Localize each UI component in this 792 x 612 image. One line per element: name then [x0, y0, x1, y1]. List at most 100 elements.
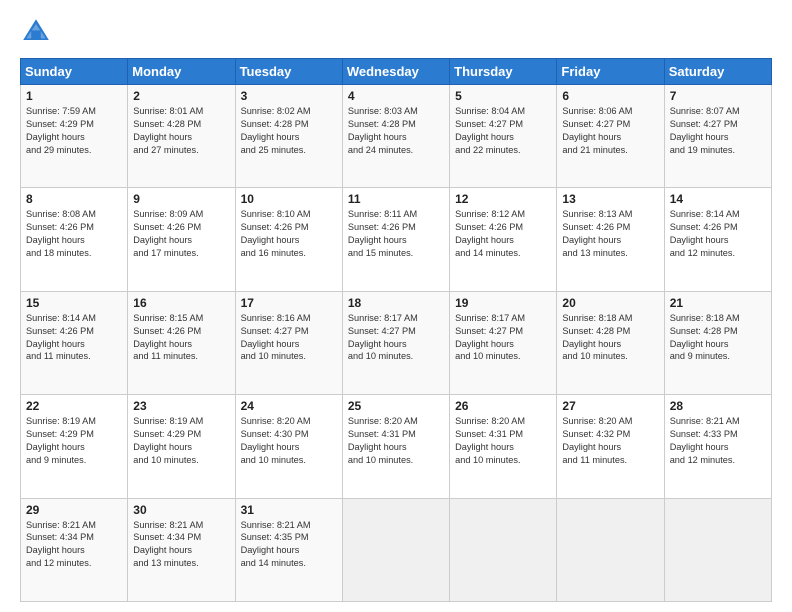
calendar-cell: 20 Sunrise: 8:18 AMSunset: 4:28 PMDaylig… [557, 291, 664, 394]
calendar-cell: 16 Sunrise: 8:15 AMSunset: 4:26 PMDaylig… [128, 291, 235, 394]
cell-info: Sunrise: 8:15 AMSunset: 4:26 PMDaylight … [133, 313, 203, 362]
calendar-header-row: SundayMondayTuesdayWednesdayThursdayFrid… [21, 59, 772, 85]
calendar-cell: 5 Sunrise: 8:04 AMSunset: 4:27 PMDayligh… [450, 85, 557, 188]
day-number: 28 [670, 399, 766, 413]
calendar-cell: 9 Sunrise: 8:09 AMSunset: 4:26 PMDayligh… [128, 188, 235, 291]
calendar-cell: 21 Sunrise: 8:18 AMSunset: 4:28 PMDaylig… [664, 291, 771, 394]
cell-info: Sunrise: 8:16 AMSunset: 4:27 PMDaylight … [241, 313, 311, 362]
day-number: 15 [26, 296, 122, 310]
calendar-cell: 2 Sunrise: 8:01 AMSunset: 4:28 PMDayligh… [128, 85, 235, 188]
calendar-cell: 24 Sunrise: 8:20 AMSunset: 4:30 PMDaylig… [235, 395, 342, 498]
cell-info: Sunrise: 8:19 AMSunset: 4:29 PMDaylight … [26, 416, 96, 465]
calendar-cell [557, 498, 664, 601]
day-number: 12 [455, 192, 551, 206]
cell-info: Sunrise: 8:01 AMSunset: 4:28 PMDaylight … [133, 106, 203, 155]
cell-info: Sunrise: 8:20 AMSunset: 4:31 PMDaylight … [348, 416, 418, 465]
cell-info: Sunrise: 8:06 AMSunset: 4:27 PMDaylight … [562, 106, 632, 155]
cell-info: Sunrise: 8:18 AMSunset: 4:28 PMDaylight … [670, 313, 740, 362]
day-number: 17 [241, 296, 337, 310]
calendar-cell: 22 Sunrise: 8:19 AMSunset: 4:29 PMDaylig… [21, 395, 128, 498]
cell-info: Sunrise: 8:20 AMSunset: 4:30 PMDaylight … [241, 416, 311, 465]
day-number: 7 [670, 89, 766, 103]
calendar-cell: 4 Sunrise: 8:03 AMSunset: 4:28 PMDayligh… [342, 85, 449, 188]
day-number: 14 [670, 192, 766, 206]
calendar-cell: 7 Sunrise: 8:07 AMSunset: 4:27 PMDayligh… [664, 85, 771, 188]
calendar-cell: 30 Sunrise: 8:21 AMSunset: 4:34 PMDaylig… [128, 498, 235, 601]
cell-info: Sunrise: 8:17 AMSunset: 4:27 PMDaylight … [348, 313, 418, 362]
calendar-cell [450, 498, 557, 601]
cell-info: Sunrise: 7:59 AMSunset: 4:29 PMDaylight … [26, 106, 96, 155]
calendar-cell: 3 Sunrise: 8:02 AMSunset: 4:28 PMDayligh… [235, 85, 342, 188]
calendar-cell: 17 Sunrise: 8:16 AMSunset: 4:27 PMDaylig… [235, 291, 342, 394]
calendar-cell: 13 Sunrise: 8:13 AMSunset: 4:26 PMDaylig… [557, 188, 664, 291]
day-number: 13 [562, 192, 658, 206]
day-number: 8 [26, 192, 122, 206]
day-header-thursday: Thursday [450, 59, 557, 85]
day-number: 16 [133, 296, 229, 310]
day-number: 19 [455, 296, 551, 310]
cell-info: Sunrise: 8:09 AMSunset: 4:26 PMDaylight … [133, 209, 203, 258]
cell-info: Sunrise: 8:13 AMSunset: 4:26 PMDaylight … [562, 209, 632, 258]
day-header-friday: Friday [557, 59, 664, 85]
calendar-cell: 10 Sunrise: 8:10 AMSunset: 4:26 PMDaylig… [235, 188, 342, 291]
calendar-week-3: 15 Sunrise: 8:14 AMSunset: 4:26 PMDaylig… [21, 291, 772, 394]
logo [20, 16, 56, 48]
page: SundayMondayTuesdayWednesdayThursdayFrid… [0, 0, 792, 612]
calendar-cell: 25 Sunrise: 8:20 AMSunset: 4:31 PMDaylig… [342, 395, 449, 498]
cell-info: Sunrise: 8:21 AMSunset: 4:34 PMDaylight … [133, 520, 203, 569]
day-header-tuesday: Tuesday [235, 59, 342, 85]
calendar-cell: 29 Sunrise: 8:21 AMSunset: 4:34 PMDaylig… [21, 498, 128, 601]
calendar-cell: 6 Sunrise: 8:06 AMSunset: 4:27 PMDayligh… [557, 85, 664, 188]
calendar-week-5: 29 Sunrise: 8:21 AMSunset: 4:34 PMDaylig… [21, 498, 772, 601]
calendar-week-4: 22 Sunrise: 8:19 AMSunset: 4:29 PMDaylig… [21, 395, 772, 498]
day-header-saturday: Saturday [664, 59, 771, 85]
cell-info: Sunrise: 8:19 AMSunset: 4:29 PMDaylight … [133, 416, 203, 465]
day-number: 21 [670, 296, 766, 310]
logo-icon [20, 16, 52, 48]
day-number: 10 [241, 192, 337, 206]
day-number: 24 [241, 399, 337, 413]
day-number: 4 [348, 89, 444, 103]
calendar-cell: 15 Sunrise: 8:14 AMSunset: 4:26 PMDaylig… [21, 291, 128, 394]
day-number: 30 [133, 503, 229, 517]
day-number: 31 [241, 503, 337, 517]
day-number: 5 [455, 89, 551, 103]
calendar-cell: 27 Sunrise: 8:20 AMSunset: 4:32 PMDaylig… [557, 395, 664, 498]
calendar-cell: 19 Sunrise: 8:17 AMSunset: 4:27 PMDaylig… [450, 291, 557, 394]
day-number: 2 [133, 89, 229, 103]
calendar-cell: 1 Sunrise: 7:59 AMSunset: 4:29 PMDayligh… [21, 85, 128, 188]
day-header-sunday: Sunday [21, 59, 128, 85]
day-number: 26 [455, 399, 551, 413]
cell-info: Sunrise: 8:18 AMSunset: 4:28 PMDaylight … [562, 313, 632, 362]
calendar-week-2: 8 Sunrise: 8:08 AMSunset: 4:26 PMDayligh… [21, 188, 772, 291]
calendar-cell: 23 Sunrise: 8:19 AMSunset: 4:29 PMDaylig… [128, 395, 235, 498]
day-number: 27 [562, 399, 658, 413]
day-number: 29 [26, 503, 122, 517]
day-number: 25 [348, 399, 444, 413]
calendar-table: SundayMondayTuesdayWednesdayThursdayFrid… [20, 58, 772, 602]
calendar-cell: 12 Sunrise: 8:12 AMSunset: 4:26 PMDaylig… [450, 188, 557, 291]
cell-info: Sunrise: 8:02 AMSunset: 4:28 PMDaylight … [241, 106, 311, 155]
cell-info: Sunrise: 8:14 AMSunset: 4:26 PMDaylight … [670, 209, 740, 258]
day-number: 23 [133, 399, 229, 413]
day-number: 3 [241, 89, 337, 103]
calendar-cell: 11 Sunrise: 8:11 AMSunset: 4:26 PMDaylig… [342, 188, 449, 291]
calendar-cell: 18 Sunrise: 8:17 AMSunset: 4:27 PMDaylig… [342, 291, 449, 394]
calendar-cell: 8 Sunrise: 8:08 AMSunset: 4:26 PMDayligh… [21, 188, 128, 291]
cell-info: Sunrise: 8:04 AMSunset: 4:27 PMDaylight … [455, 106, 525, 155]
day-number: 6 [562, 89, 658, 103]
calendar-cell: 28 Sunrise: 8:21 AMSunset: 4:33 PMDaylig… [664, 395, 771, 498]
calendar-cell: 14 Sunrise: 8:14 AMSunset: 4:26 PMDaylig… [664, 188, 771, 291]
cell-info: Sunrise: 8:21 AMSunset: 4:35 PMDaylight … [241, 520, 311, 569]
cell-info: Sunrise: 8:12 AMSunset: 4:26 PMDaylight … [455, 209, 525, 258]
day-number: 20 [562, 296, 658, 310]
calendar-cell [342, 498, 449, 601]
day-number: 1 [26, 89, 122, 103]
cell-info: Sunrise: 8:21 AMSunset: 4:33 PMDaylight … [670, 416, 740, 465]
day-number: 9 [133, 192, 229, 206]
day-header-wednesday: Wednesday [342, 59, 449, 85]
cell-info: Sunrise: 8:20 AMSunset: 4:31 PMDaylight … [455, 416, 525, 465]
day-number: 22 [26, 399, 122, 413]
calendar-cell: 31 Sunrise: 8:21 AMSunset: 4:35 PMDaylig… [235, 498, 342, 601]
cell-info: Sunrise: 8:17 AMSunset: 4:27 PMDaylight … [455, 313, 525, 362]
